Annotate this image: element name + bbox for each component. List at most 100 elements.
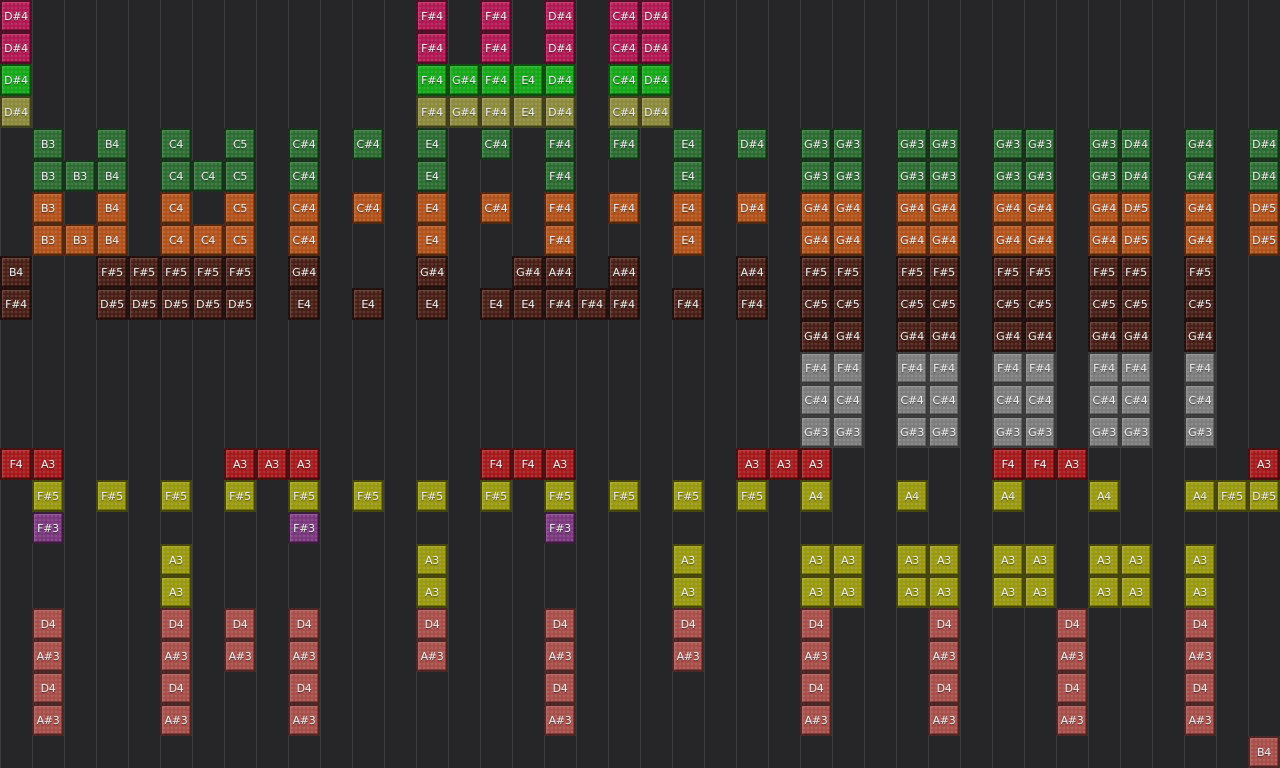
- note-block[interactable]: G#3: [800, 416, 832, 448]
- note-block[interactable]: D#4: [640, 64, 672, 96]
- note-block[interactable]: G#3: [800, 128, 832, 160]
- note-block[interactable]: A3: [832, 544, 864, 576]
- note-block[interactable]: F#5: [160, 256, 192, 288]
- note-block[interactable]: D#4: [1248, 160, 1280, 192]
- note-block[interactable]: D#4: [640, 96, 672, 128]
- note-block[interactable]: A3: [1024, 576, 1056, 608]
- note-block[interactable]: G#4: [896, 224, 928, 256]
- note-block[interactable]: D#4: [0, 0, 32, 32]
- note-block[interactable]: G#3: [1024, 416, 1056, 448]
- note-block[interactable]: F4: [992, 448, 1024, 480]
- note-block[interactable]: E4: [480, 288, 512, 320]
- note-block[interactable]: D#5: [96, 288, 128, 320]
- note-block[interactable]: B4: [0, 256, 32, 288]
- note-block[interactable]: G#3: [800, 160, 832, 192]
- note-block[interactable]: A4: [896, 480, 928, 512]
- note-block[interactable]: A3: [800, 544, 832, 576]
- note-block[interactable]: G#4: [896, 320, 928, 352]
- note-block[interactable]: A3: [736, 448, 768, 480]
- note-block[interactable]: D4: [288, 672, 320, 704]
- note-block[interactable]: A4: [1088, 480, 1120, 512]
- note-block[interactable]: F#5: [800, 256, 832, 288]
- note-block[interactable]: F#4: [416, 0, 448, 32]
- note-block[interactable]: A#3: [800, 640, 832, 672]
- note-block[interactable]: G#3: [896, 128, 928, 160]
- note-block[interactable]: B4: [96, 192, 128, 224]
- note-block[interactable]: D#4: [0, 32, 32, 64]
- note-block[interactable]: G#3: [832, 128, 864, 160]
- note-block[interactable]: D#5: [1248, 192, 1280, 224]
- note-block[interactable]: C#4: [608, 32, 640, 64]
- note-block[interactable]: F#4: [800, 352, 832, 384]
- note-block[interactable]: C5: [224, 160, 256, 192]
- note-block[interactable]: G#4: [1088, 192, 1120, 224]
- note-block[interactable]: G#3: [928, 160, 960, 192]
- note-block[interactable]: G#3: [992, 160, 1024, 192]
- note-block[interactable]: C#4: [608, 64, 640, 96]
- note-block[interactable]: A3: [1088, 576, 1120, 608]
- note-block[interactable]: G#4: [1184, 128, 1216, 160]
- note-block[interactable]: D4: [1056, 608, 1088, 640]
- note-block[interactable]: A#3: [288, 704, 320, 736]
- note-block[interactable]: E4: [512, 96, 544, 128]
- note-block[interactable]: D#4: [1120, 160, 1152, 192]
- note-block[interactable]: F#4: [544, 192, 576, 224]
- note-block[interactable]: A3: [672, 576, 704, 608]
- note-block[interactable]: G#4: [1024, 224, 1056, 256]
- note-block[interactable]: F#4: [1024, 352, 1056, 384]
- note-block[interactable]: A#4: [608, 256, 640, 288]
- note-block[interactable]: B3: [32, 128, 64, 160]
- note-block[interactable]: A3: [288, 448, 320, 480]
- note-block[interactable]: C#5: [1120, 288, 1152, 320]
- note-block[interactable]: C#4: [1120, 384, 1152, 416]
- note-block[interactable]: C#5: [992, 288, 1024, 320]
- note-block[interactable]: A3: [928, 544, 960, 576]
- note-block[interactable]: G#4: [992, 192, 1024, 224]
- note-block[interactable]: D#4: [736, 192, 768, 224]
- note-block[interactable]: A4: [1184, 480, 1216, 512]
- note-block[interactable]: C#4: [288, 128, 320, 160]
- note-block[interactable]: A#3: [32, 640, 64, 672]
- note-block[interactable]: D4: [1056, 672, 1088, 704]
- note-block[interactable]: A4: [992, 480, 1024, 512]
- note-block[interactable]: G#3: [1088, 128, 1120, 160]
- note-block[interactable]: A4: [800, 480, 832, 512]
- note-block[interactable]: B3: [32, 224, 64, 256]
- note-block[interactable]: G#3: [1184, 416, 1216, 448]
- note-block[interactable]: E4: [352, 288, 384, 320]
- note-block[interactable]: E4: [672, 160, 704, 192]
- note-block[interactable]: D4: [1184, 608, 1216, 640]
- note-block[interactable]: D4: [544, 608, 576, 640]
- note-block[interactable]: A3: [800, 576, 832, 608]
- note-block[interactable]: F4: [480, 448, 512, 480]
- note-block[interactable]: B4: [1248, 736, 1280, 768]
- note-block[interactable]: E4: [416, 192, 448, 224]
- note-block[interactable]: A#4: [736, 256, 768, 288]
- note-block[interactable]: D4: [544, 672, 576, 704]
- note-block[interactable]: B4: [96, 160, 128, 192]
- note-block[interactable]: A#4: [544, 256, 576, 288]
- note-block[interactable]: D4: [288, 608, 320, 640]
- note-block[interactable]: D4: [32, 672, 64, 704]
- note-block[interactable]: C#4: [608, 0, 640, 32]
- note-block[interactable]: F4: [512, 448, 544, 480]
- note-block[interactable]: D4: [160, 608, 192, 640]
- note-block[interactable]: E4: [416, 224, 448, 256]
- note-block[interactable]: A#3: [544, 704, 576, 736]
- note-block[interactable]: C#4: [800, 384, 832, 416]
- note-block[interactable]: G#4: [800, 320, 832, 352]
- note-block[interactable]: D#5: [1120, 224, 1152, 256]
- note-block[interactable]: F#3: [32, 512, 64, 544]
- note-block[interactable]: D#4: [1120, 128, 1152, 160]
- note-block[interactable]: G#3: [1088, 416, 1120, 448]
- note-block[interactable]: G#4: [928, 192, 960, 224]
- note-block[interactable]: D#5: [1248, 224, 1280, 256]
- note-block[interactable]: E4: [672, 128, 704, 160]
- note-block[interactable]: D#4: [736, 128, 768, 160]
- note-block[interactable]: F4: [1024, 448, 1056, 480]
- note-block[interactable]: F#3: [288, 512, 320, 544]
- note-block[interactable]: G#4: [992, 320, 1024, 352]
- note-block[interactable]: A3: [896, 576, 928, 608]
- note-block[interactable]: D4: [1184, 672, 1216, 704]
- note-block[interactable]: F#4: [1120, 352, 1152, 384]
